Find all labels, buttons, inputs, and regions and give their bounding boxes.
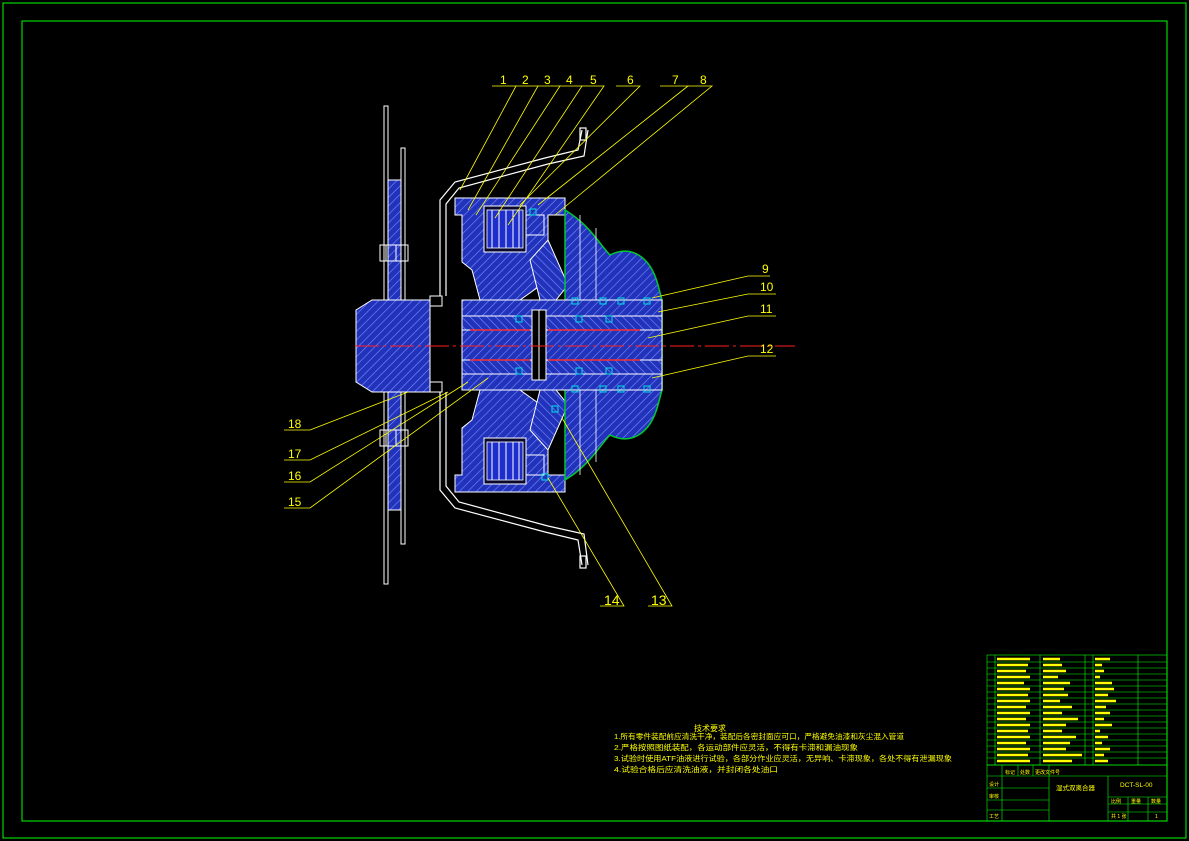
drawing-number: DCT-SL-00 [1120, 782, 1153, 789]
sheet-value: 1 [1155, 814, 1158, 820]
quantity-header: 数量 [1151, 798, 1161, 805]
tech-req-item-4: 4.试验合格后应清洗油液，并封闭各处油口 [614, 764, 778, 774]
sheet-count: 共 1 张 [1111, 813, 1127, 820]
concentric-shafts [461, 299, 663, 391]
callout-10: 10 [760, 280, 774, 294]
clutch-assembly-section [355, 105, 795, 585]
cad-drawing-canvas: 1 2 3 4 5 6 7 8 9 10 11 12 18 17 16 15 1… [2, 2, 1187, 839]
callout-1: 1 [500, 73, 507, 87]
weight-header: 重量 [1131, 798, 1141, 805]
callout-14: 14 [604, 592, 620, 608]
callout-5: 5 [590, 73, 597, 87]
friction-pack-lower [486, 441, 524, 481]
callout-9: 9 [762, 262, 769, 276]
scale-header: 比例 [1111, 798, 1121, 805]
callout-13: 13 [651, 592, 667, 608]
callout-18: 18 [288, 417, 302, 431]
role-design: 设计 [989, 781, 999, 788]
callout-2: 2 [522, 73, 529, 87]
tech-req-item-3: 3.试验时使用ATF油液进行试验，各部分作业应灵活，无异响、卡滞现象，各处不得有… [614, 753, 953, 763]
callout-11: 11 [760, 302, 773, 316]
role-review: 审核 [989, 793, 999, 800]
input-hub [355, 295, 443, 393]
sign-col-count: 处数 [1020, 769, 1030, 776]
friction-pack-upper [486, 209, 524, 249]
role-process: 工艺 [989, 814, 999, 820]
title-block: 标记 处数 更改文件号 设计 审核 工艺 湿式双离合器 DCT-SL-00 比例… [986, 764, 1168, 822]
callout-16: 16 [288, 469, 302, 483]
tech-req-item-1: 1.所有零件装配前应清洗干净，装配后各密封面应可口，严格避免油漆和灰尘混入管道 [614, 731, 904, 741]
callout-4: 4 [566, 73, 573, 87]
callout-15: 15 [288, 495, 302, 509]
callout-8: 8 [700, 73, 707, 87]
callout-6: 6 [627, 73, 634, 87]
sign-col-mark: 标记 [1005, 769, 1015, 776]
callout-17: 17 [288, 447, 302, 461]
technical-requirements: 技术要求 1.所有零件装配前应清洗干净，装配后各密封面应可口，严格避免油漆和灰尘… [614, 723, 953, 774]
callout-12: 12 [760, 342, 774, 356]
callout-7: 7 [672, 73, 679, 87]
sign-col-change: 更改文件号 [1035, 769, 1060, 776]
drawing-name: 湿式双离合器 [1056, 783, 1096, 792]
callout-3: 3 [544, 73, 551, 87]
tech-req-item-2: 2.严格按照图纸装配，各运动部件应灵活，不得有卡滞和漏油现象 [614, 742, 859, 752]
